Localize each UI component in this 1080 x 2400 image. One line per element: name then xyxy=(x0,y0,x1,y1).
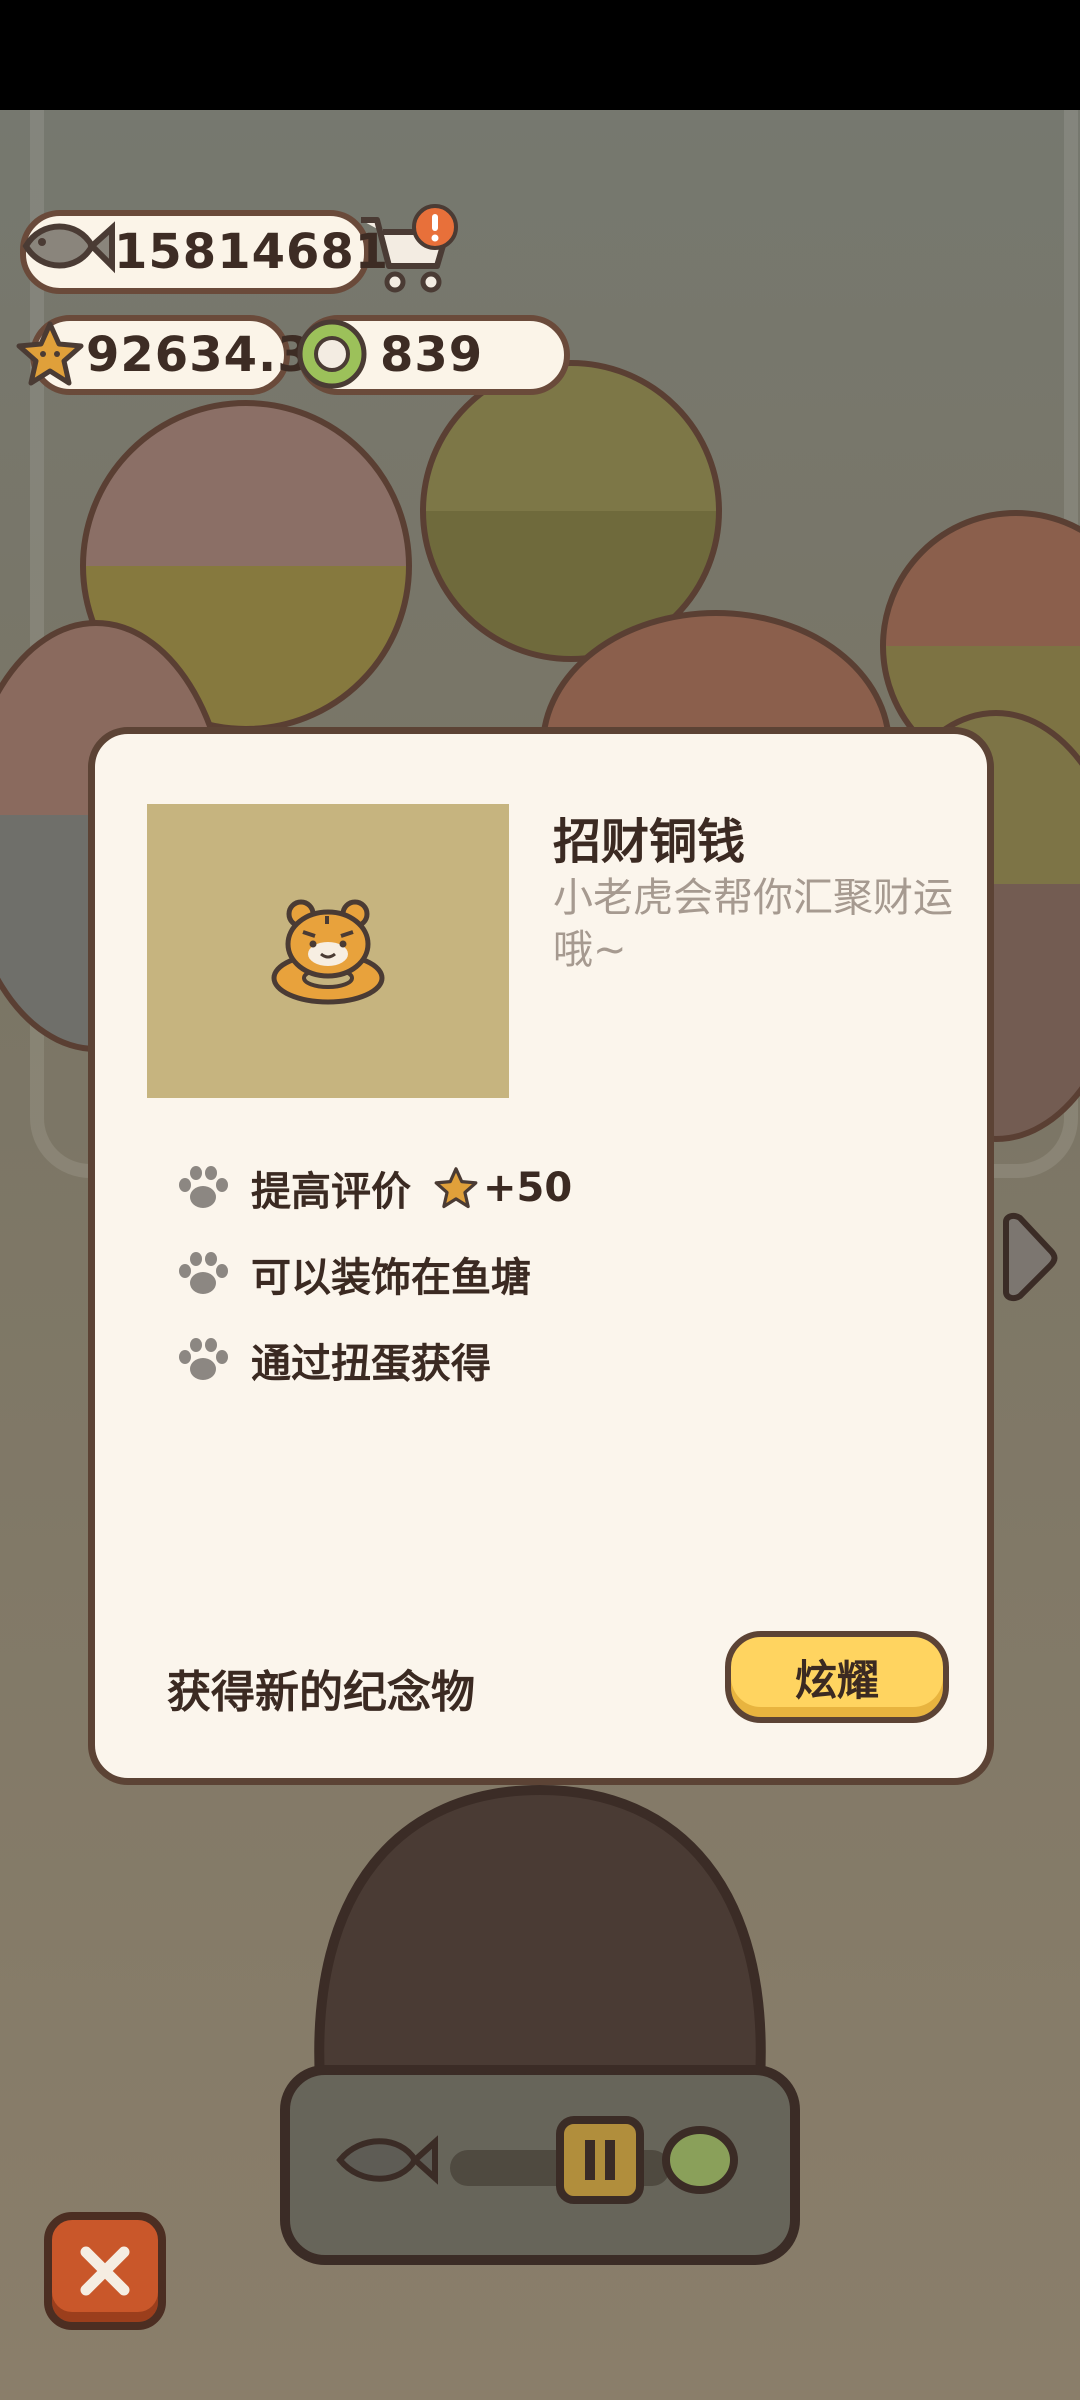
new-souvenir-text: 获得新的纪念物 xyxy=(167,1667,475,1718)
exclamation-badge-icon xyxy=(412,204,458,250)
tiger-coin-image xyxy=(271,899,385,1005)
close-icon xyxy=(80,2246,130,2296)
close-button[interactable] xyxy=(44,2212,166,2330)
rating-bonus-value: +50 xyxy=(483,1165,573,1211)
status-bar xyxy=(0,0,1080,110)
attribute-rating: 提高评价 +50 xyxy=(175,1158,572,1218)
coin-icon xyxy=(297,319,367,389)
gacha-machine-base xyxy=(280,1784,800,2265)
paw-icon xyxy=(179,1252,228,1294)
rating-bonus: +50 xyxy=(433,1165,572,1211)
show-off-button[interactable]: 炫耀 xyxy=(725,1631,949,1723)
star-icon xyxy=(16,321,84,386)
item-title: 招财铜钱 xyxy=(553,814,746,870)
chevron-right-icon[interactable] xyxy=(996,1212,1060,1302)
item-description: 小老虎会帮你汇聚财运哦~ xyxy=(553,875,953,973)
attribute-source: 通过扭蛋获得 xyxy=(175,1330,491,1390)
paw-icon xyxy=(179,1338,228,1380)
souvenir-modal: 招财铜钱 小老虎会帮你汇聚财运哦~ 提高评价 +50 可以装饰在鱼塘 通过扭蛋获… xyxy=(88,727,994,1785)
fish-icon xyxy=(22,221,115,274)
attribute-decorate: 可以装饰在鱼塘 xyxy=(175,1244,531,1304)
attribute-label: 通过扭蛋获得 xyxy=(251,1341,491,1387)
item-image xyxy=(147,804,509,1098)
star-icon xyxy=(434,1167,478,1209)
paw-icon xyxy=(179,1166,228,1208)
attribute-label: 提高评价 xyxy=(251,1169,411,1215)
attribute-label: 可以装饰在鱼塘 xyxy=(251,1255,531,1301)
